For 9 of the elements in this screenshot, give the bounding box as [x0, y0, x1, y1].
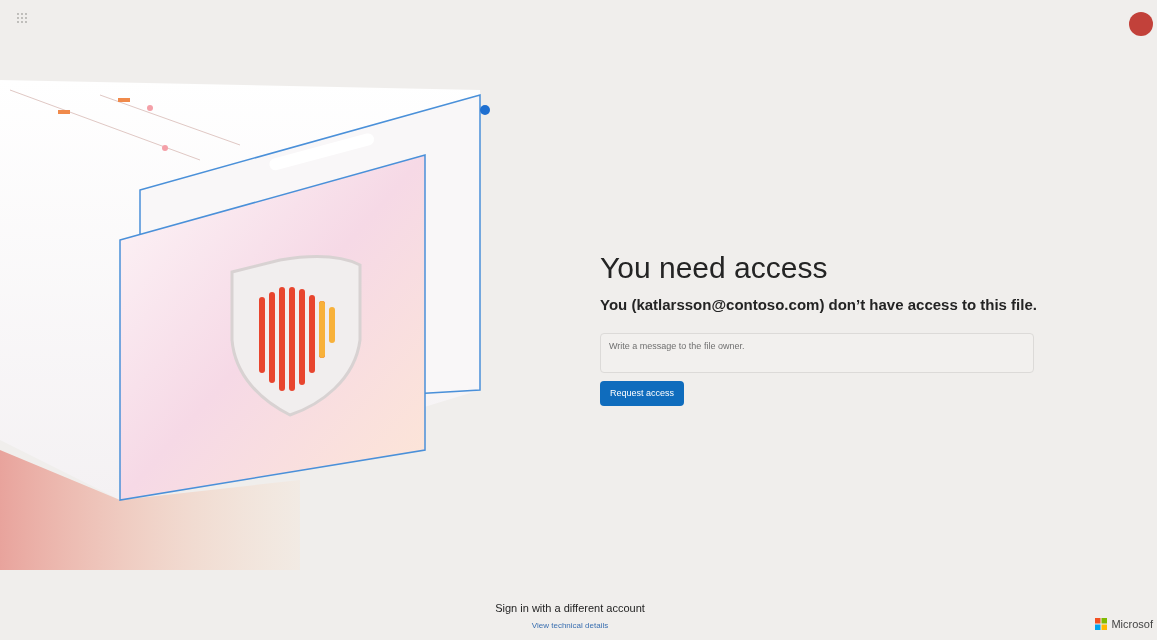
page-heading: You need access — [600, 250, 829, 286]
brand-name: Microsof — [1111, 616, 1153, 632]
avatar[interactable] — [1129, 12, 1153, 36]
brand-logo-icon — [1095, 617, 1108, 630]
technical-details-link[interactable]: View technical details — [531, 620, 609, 632]
switch-account-link[interactable]: Sign in with a different account — [495, 599, 645, 616]
request-access-button[interactable]: Request access — [600, 380, 685, 406]
message-field[interactable]: Write a message to the file owner. — [600, 332, 1034, 373]
access-message: You (katlarsson@contoso.com) don’t have access to this file. — [600, 295, 1038, 315]
